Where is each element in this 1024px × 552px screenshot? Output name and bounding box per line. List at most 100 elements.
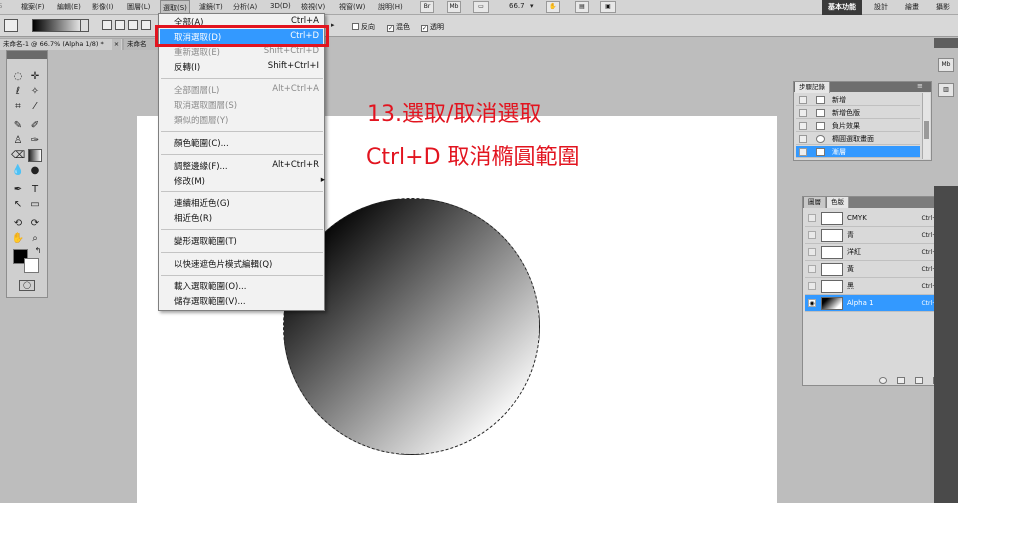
- menu-file[interactable]: 檔案(F): [21, 2, 45, 12]
- shape-tool-icon[interactable]: ▭: [28, 198, 42, 211]
- linear-gradient-icon[interactable]: [102, 20, 112, 30]
- menu-item-color-range[interactable]: 顏色範圍(C)...: [174, 137, 319, 149]
- gradient-swatch[interactable]: [32, 19, 87, 32]
- eraser-tool-icon[interactable]: ⌫: [11, 149, 25, 162]
- history-scrollbar-thumb[interactable]: [924, 121, 929, 139]
- dock-collapse-bar[interactable]: [934, 38, 958, 48]
- menu-help[interactable]: 說明(H): [378, 2, 403, 12]
- menu-item-deselect-layers[interactable]: 取消選取圖層(S): [174, 99, 319, 111]
- panel-menu-icon[interactable]: ≡: [917, 82, 923, 90]
- lasso-tool-icon[interactable]: ℓ: [11, 85, 25, 98]
- magic-wand-icon[interactable]: ✧: [28, 85, 42, 98]
- document-tab-2[interactable]: 未命名: [124, 39, 158, 50]
- visibility-toggle[interactable]: [808, 248, 816, 256]
- eye-icon[interactable]: ◉: [808, 299, 816, 307]
- angle-gradient-icon[interactable]: [128, 20, 138, 30]
- menu-analysis[interactable]: 分析(A): [233, 2, 257, 12]
- visibility-toggle[interactable]: [808, 282, 816, 290]
- mini-bridge-button[interactable]: Mb: [447, 1, 461, 13]
- blur-tool-icon[interactable]: 💧: [11, 164, 25, 177]
- menu-item-modify[interactable]: 修改(M) ▸: [174, 175, 325, 187]
- zoom-dropdown-icon[interactable]: ▾: [530, 2, 534, 10]
- brush-tool-icon[interactable]: ✐: [28, 119, 42, 132]
- menu-view[interactable]: 檢視(V): [301, 2, 325, 12]
- view-extras-icon[interactable]: ▭: [473, 1, 489, 13]
- visibility-toggle[interactable]: [808, 214, 816, 222]
- history-scrollbar[interactable]: [922, 93, 930, 159]
- menu-image[interactable]: 影像(I): [92, 2, 114, 12]
- transparency-checkbox[interactable]: ✓ 透明: [421, 22, 444, 32]
- history-snapshot-box[interactable]: [799, 96, 807, 104]
- crop-tool-icon[interactable]: ⌗: [11, 100, 25, 113]
- history-brush-icon[interactable]: ✑: [28, 134, 42, 147]
- healing-brush-icon[interactable]: ✎: [11, 119, 25, 132]
- arrange-documents-icon[interactable]: ▤: [575, 1, 589, 13]
- toolbox-header[interactable]: [7, 51, 47, 59]
- history-snapshot-box[interactable]: [799, 135, 807, 143]
- workspace-photography[interactable]: 攝影: [930, 0, 956, 15]
- swap-colors-icon[interactable]: ↰: [31, 244, 45, 257]
- channel-row-selected[interactable]: ◉ Alpha 1 Ctrl+7: [805, 295, 947, 312]
- workspace-design[interactable]: 設計: [868, 0, 894, 15]
- type-tool-icon[interactable]: T: [28, 183, 42, 196]
- history-row[interactable]: 負片效果: [796, 120, 920, 132]
- 3d-orbit-icon[interactable]: ⟳: [28, 217, 42, 230]
- hand-tool-icon[interactable]: ✋: [11, 232, 25, 245]
- workspace-essentials[interactable]: 基本功能: [822, 0, 862, 15]
- menu-item-load-selection[interactable]: 載入選取範圍(O)...: [174, 280, 319, 292]
- gradient-tool-preset-icon[interactable]: [4, 19, 18, 32]
- gradient-dropdown-icon[interactable]: [80, 19, 89, 32]
- channel-row[interactable]: 黃 Ctrl+5: [805, 261, 947, 278]
- menu-item-reselect[interactable]: 重新選取(E) Shift+Ctrl+D: [174, 46, 319, 58]
- screen-mode-icon[interactable]: ▣: [600, 1, 616, 13]
- menu-layer[interactable]: 圖層(L): [127, 2, 150, 12]
- eyedropper-tool-icon[interactable]: ⁄: [28, 100, 42, 113]
- dodge-tool-icon[interactable]: ●: [28, 164, 42, 177]
- reflected-gradient-icon[interactable]: [141, 20, 151, 30]
- history-snapshot-box[interactable]: [799, 122, 807, 130]
- gradient-tool-icon[interactable]: [28, 149, 42, 162]
- history-tab[interactable]: 步驟記錄: [795, 82, 830, 93]
- load-channel-selection-icon[interactable]: [879, 377, 887, 384]
- history-row-selected[interactable]: 漸層: [796, 146, 920, 158]
- path-selection-icon[interactable]: ↖: [11, 198, 25, 211]
- channel-row[interactable]: 青 Ctrl+3: [805, 227, 947, 244]
- channel-row[interactable]: 黑 Ctrl+6: [805, 278, 947, 295]
- history-snapshot-box[interactable]: [799, 109, 807, 117]
- menu-3d[interactable]: 3D(D): [270, 2, 291, 10]
- channels-tab[interactable]: 色版: [827, 197, 849, 208]
- menu-item-quick-mask[interactable]: 以快速遮色片模式編輯(Q): [174, 258, 319, 270]
- clone-stamp-icon[interactable]: ♙: [11, 134, 25, 147]
- menu-item-grow[interactable]: 連續相近色(G): [174, 197, 319, 209]
- menu-item-save-selection[interactable]: 儲存選取範圍(V)...: [174, 295, 319, 307]
- menu-item-all-layers[interactable]: 全部圖層(L) Alt+Ctrl+A: [174, 84, 319, 96]
- menu-filter[interactable]: 濾鏡(T): [199, 2, 223, 12]
- menu-select[interactable]: 選取(S): [160, 0, 190, 14]
- hand-tool-icon[interactable]: ✋: [546, 1, 560, 13]
- visibility-toggle[interactable]: [808, 265, 816, 273]
- layers-tab[interactable]: 圖層: [804, 197, 826, 208]
- menu-item-inverse[interactable]: 反轉(I) Shift+Ctrl+I: [174, 61, 319, 73]
- mode-dropdown-icon[interactable]: ▸: [331, 21, 335, 29]
- background-color-swatch[interactable]: [24, 258, 39, 273]
- close-tab-icon[interactable]: ×: [112, 39, 121, 50]
- reverse-checkbox[interactable]: 反向: [352, 22, 375, 32]
- channel-row[interactable]: 洋紅 Ctrl+4: [805, 244, 947, 261]
- dither-checkbox[interactable]: ✓ 混色: [387, 22, 410, 32]
- transparency-check-icon[interactable]: ✓: [421, 25, 428, 32]
- workspace-painting[interactable]: 繪畫: [899, 0, 925, 15]
- history-row[interactable]: 橢圓選取畫面: [796, 133, 920, 145]
- menu-edit[interactable]: 編輯(E): [57, 2, 81, 12]
- menu-item-similar[interactable]: 相近色(R): [174, 212, 319, 224]
- new-channel-icon[interactable]: [915, 377, 923, 384]
- dither-check-icon[interactable]: ✓: [387, 25, 394, 32]
- move-tool-icon[interactable]: ✛: [28, 70, 42, 83]
- bridge-button[interactable]: Br: [420, 1, 434, 13]
- menu-item-similar-layers[interactable]: 類似的圖層(Y): [174, 114, 319, 126]
- menu-window[interactable]: 視窗(W): [339, 2, 365, 12]
- reverse-checkbox-box[interactable]: [352, 23, 359, 30]
- radial-gradient-icon[interactable]: [115, 20, 125, 30]
- menu-item-transform-selection[interactable]: 變形選取範圍(T): [174, 235, 319, 247]
- history-row[interactable]: 新增: [796, 94, 920, 106]
- visibility-toggle[interactable]: [808, 231, 816, 239]
